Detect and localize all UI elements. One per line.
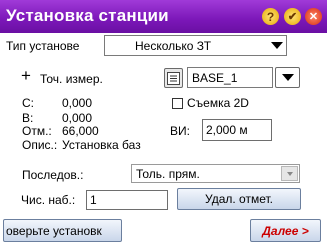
next-button[interactable]: Далее > xyxy=(250,219,321,242)
chevron-down-icon xyxy=(281,74,294,81)
setup-type-label: Тип установе xyxy=(6,39,80,53)
sequence-dropdown[interactable]: Толь. прям. xyxy=(131,164,300,183)
vi-label: ВИ: xyxy=(170,124,190,138)
b-value: 0,000 xyxy=(62,111,93,125)
close-icon[interactable]: ✕ xyxy=(305,8,322,25)
point-list-button[interactable] xyxy=(164,68,183,88)
title-bar: Установка станции ? ✔ ✕ xyxy=(0,0,327,33)
sequence-value: Толь. прям. xyxy=(136,167,200,181)
meas-point-label: Точ. измер. xyxy=(40,72,103,86)
ok-icon[interactable]: ✔ xyxy=(284,8,301,25)
check-setup-label: оверьте установк xyxy=(6,223,102,238)
elevation-value: 66,000 xyxy=(62,124,99,138)
sequence-label: Последов.: xyxy=(22,168,84,182)
obs-count-input[interactable] xyxy=(86,190,168,210)
plus-icon: + xyxy=(21,66,31,85)
chevron-down-icon xyxy=(268,36,286,55)
meas-point-input[interactable]: BASE_1 xyxy=(187,67,273,88)
vi-input[interactable] xyxy=(202,119,272,141)
survey-2d-checkbox[interactable] xyxy=(172,98,183,109)
setup-type-value: Несколько ЗТ xyxy=(135,39,212,53)
setup-type-dropdown[interactable]: Несколько ЗТ xyxy=(104,35,287,56)
window-title: Установка станции xyxy=(6,6,169,25)
check-setup-button[interactable]: оверьте установк xyxy=(3,219,122,242)
b-label: В: xyxy=(22,111,34,125)
obs-count-label: Чис. наб.: xyxy=(21,193,76,207)
delete-mark-button[interactable]: Удал. отмет. xyxy=(177,188,301,210)
description-label: Опис.: xyxy=(22,138,58,152)
help-icon[interactable]: ? xyxy=(262,8,279,25)
survey-2d-label: Съемка 2D xyxy=(187,96,249,110)
description-value: Установка баз xyxy=(62,138,141,152)
station-setup-window: Установка станции ? ✔ ✕ Тип установе Нес… xyxy=(0,0,327,250)
c-value: 0,000 xyxy=(62,96,93,110)
meas-point-value: BASE_1 xyxy=(192,71,238,85)
meas-point-dropdown-button[interactable] xyxy=(275,67,300,88)
list-icon xyxy=(167,71,180,85)
next-label: Далее > xyxy=(262,223,309,238)
chevron-down-icon xyxy=(281,166,298,181)
elevation-label: Отм.: xyxy=(22,124,52,138)
delete-mark-label: Удал. отмет. xyxy=(205,192,273,206)
c-label: С: xyxy=(22,96,34,110)
